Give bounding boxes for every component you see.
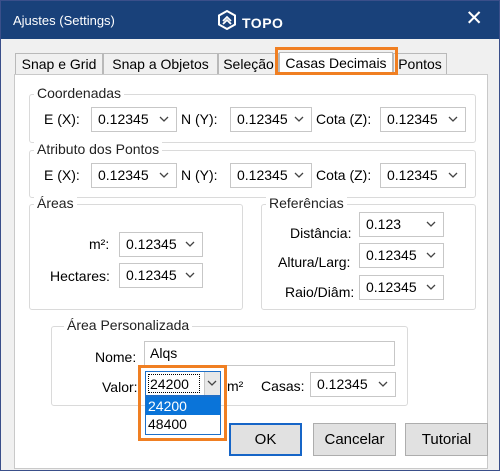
close-icon[interactable]: ✕: [465, 8, 483, 30]
areas-hectares-select[interactable]: 0.12345: [119, 263, 203, 288]
area-personalizada-legend: Área Personalizada: [64, 317, 193, 333]
casas-select[interactable]: 0.12345: [310, 372, 396, 397]
tab-snap-e-grid[interactable]: Snap e Grid: [15, 53, 103, 75]
chevron-down-icon: [425, 216, 437, 232]
combo-value: 0.12345: [98, 111, 149, 127]
areas-m2-label: m²:: [89, 236, 110, 252]
window-title: Ajustes (Settings): [13, 13, 115, 28]
ref-altura-select[interactable]: 0.12345: [359, 243, 444, 268]
cancelar-label: Cancelar: [324, 431, 385, 448]
tab-highlight-box: [275, 47, 398, 75]
combo-value: 0.12345: [126, 267, 177, 283]
combo-value: 0.12345: [387, 167, 438, 183]
chevron-down-icon: [425, 247, 437, 263]
tab-selecao[interactable]: Seleção: [218, 53, 279, 75]
ref-altura-label: Altura/Larg:: [278, 254, 351, 270]
attr-n-label: N (Y):: [181, 167, 218, 183]
nome-value: Alqs: [150, 345, 178, 361]
chevron-down-icon: [184, 236, 196, 252]
coord-cota-select[interactable]: 0.12345: [380, 107, 466, 132]
ref-distancia-label: Distância:: [290, 225, 352, 241]
casas-decimais-panel: Coordenadas E (X): 0.12345 N (Y): 0.1234…: [14, 74, 488, 469]
brand-name: TOPO: [242, 14, 284, 31]
ref-distancia-select[interactable]: 0.123: [359, 212, 444, 237]
areas-hectares-label: Hectares:: [50, 268, 110, 284]
ok-button[interactable]: OK: [229, 423, 302, 456]
unit-m2-label: m²: [227, 378, 244, 394]
valor-label: Valor:: [102, 379, 138, 395]
areas-m2-select[interactable]: 0.12345: [119, 232, 203, 257]
combo-value: 0.12345: [317, 376, 368, 392]
chevron-down-icon: [447, 111, 459, 127]
settings-window: Ajustes (Settings) TOPO ✕ Snap e Grid Sn…: [0, 0, 500, 471]
cancelar-button[interactable]: Cancelar: [313, 423, 396, 456]
chevron-down-icon: [184, 267, 196, 283]
tab-pontos[interactable]: Pontos: [393, 53, 447, 75]
attr-cota-select[interactable]: 0.12345: [380, 163, 466, 188]
attr-e-label: E (X):: [44, 167, 80, 183]
coordenadas-legend: Coordenadas: [34, 85, 125, 101]
ref-raio-select[interactable]: 0.12345: [359, 275, 444, 300]
title-bar[interactable]: Ajustes (Settings) TOPO ✕: [1, 1, 499, 39]
combo-value: 0.12345: [98, 167, 149, 183]
chevron-down-icon: [377, 376, 389, 392]
attr-n-select[interactable]: 0.12345: [230, 163, 312, 188]
chevron-down-icon: [425, 279, 437, 295]
topo-logo-icon: [217, 9, 237, 35]
dropdown-highlight-box: [138, 365, 227, 441]
brand: TOPO: [217, 9, 284, 35]
coord-n-label: N (Y):: [181, 111, 218, 127]
combo-value: 0.12345: [237, 111, 288, 127]
attr-cota-label: Cota (Z):: [316, 167, 372, 183]
atributo-legend: Atributo dos Pontos: [34, 141, 163, 157]
nome-input[interactable]: Alqs: [144, 341, 395, 366]
combo-value: 0.12345: [126, 236, 177, 252]
areas-legend: Áreas: [34, 195, 77, 211]
combo-value: 0.12345: [366, 279, 417, 295]
combo-value: 0.12345: [366, 247, 417, 263]
casas-label: Casas:: [261, 378, 305, 394]
tab-label: Pontos: [398, 56, 442, 72]
tab-label: Snap e Grid: [21, 56, 97, 72]
attr-e-select[interactable]: 0.12345: [91, 163, 177, 188]
chevron-down-icon: [293, 111, 305, 127]
referencias-legend: Referências: [266, 195, 347, 211]
combo-value: 0.123: [366, 216, 402, 232]
combo-value: 0.12345: [387, 111, 438, 127]
coord-cota-label: Cota (Z):: [316, 111, 372, 127]
areas-group: Áreas: [29, 195, 243, 310]
ok-label: OK: [254, 431, 277, 448]
coord-e-label: E (X):: [44, 111, 80, 127]
chevron-down-icon: [293, 167, 305, 183]
coord-n-select[interactable]: 0.12345: [230, 107, 312, 132]
chevron-down-icon: [158, 167, 170, 183]
chevron-down-icon: [447, 167, 459, 183]
chevron-down-icon: [158, 111, 170, 127]
coord-e-select[interactable]: 0.12345: [91, 107, 177, 132]
tab-label: Snap a Objetos: [112, 56, 209, 72]
tab-snap-a-objetos[interactable]: Snap a Objetos: [103, 53, 218, 75]
tutorial-button[interactable]: Tutorial: [405, 423, 488, 456]
ref-raio-label: Raio/Diâm:: [285, 284, 355, 300]
tab-label: Seleção: [223, 56, 274, 72]
combo-value: 0.12345: [237, 167, 288, 183]
nome-label: Nome:: [95, 349, 137, 365]
tutorial-label: Tutorial: [421, 431, 472, 448]
